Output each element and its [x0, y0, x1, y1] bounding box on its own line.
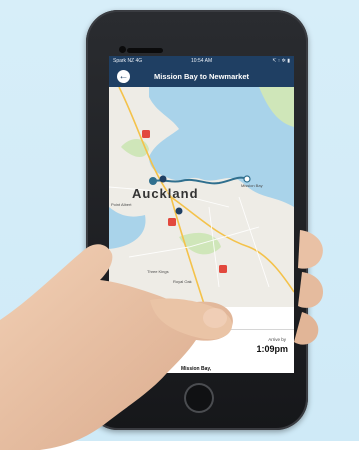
finger-middle [298, 272, 324, 308]
thumbnail [203, 308, 227, 328]
hand-image [0, 230, 324, 450]
hand-palm [0, 244, 233, 450]
finger-lower [294, 312, 319, 345]
finger-top [298, 230, 323, 269]
